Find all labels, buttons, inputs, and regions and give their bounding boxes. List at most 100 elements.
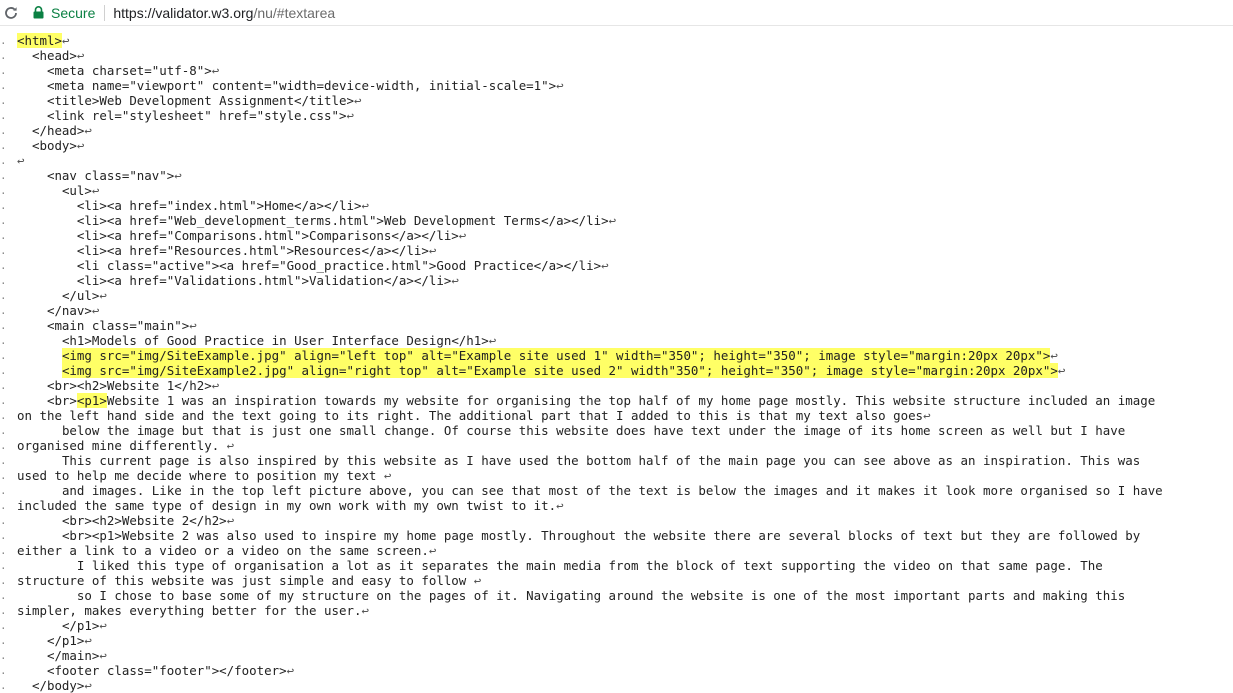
carriage-return-glyph: ↩ xyxy=(608,213,617,228)
line-text: </p1> xyxy=(46,633,85,648)
reload-icon[interactable] xyxy=(2,4,20,22)
address-bar[interactable]: Secure https://validator.w3.org/nu/#text… xyxy=(33,4,335,21)
source-line: . <li><a href="Resources.html">Resources… xyxy=(0,243,1233,258)
line-gutter-marker: . xyxy=(0,124,6,137)
browser-toolbar: Secure https://validator.w3.org/nu/#text… xyxy=(0,0,1233,26)
source-line: . <li><a href="Validations.html">Validat… xyxy=(0,273,1233,288)
url-text[interactable]: https://validator.w3.org/nu/#textarea xyxy=(113,5,335,21)
line-gutter-marker: . xyxy=(0,424,6,437)
carriage-return-glyph: ↩ xyxy=(458,228,467,243)
line-text: either a link to a video or a video on t… xyxy=(17,543,429,558)
line-gutter-marker: . xyxy=(0,319,6,332)
line-code: <meta charset="utf-8">↩ xyxy=(17,63,219,78)
carriage-return-glyph: ↩ xyxy=(473,573,482,588)
carriage-return-glyph: ↩ xyxy=(361,603,369,618)
carriage-return-glyph: ↩ xyxy=(174,168,182,183)
lock-icon xyxy=(33,6,45,20)
carriage-return-glyph: ↩ xyxy=(226,513,235,528)
line-text: <br><p1>Website 2 was also used to inspi… xyxy=(61,528,1141,543)
source-line: . </ul>↩ xyxy=(0,288,1233,303)
line-gutter-marker: . xyxy=(0,139,6,152)
line-code: so I chose to base some of my structure … xyxy=(17,588,1125,603)
line-gutter-marker: . xyxy=(0,289,6,302)
line-text: <br> xyxy=(46,393,77,408)
address-divider xyxy=(104,4,106,21)
line-gutter-marker: . xyxy=(0,304,6,317)
line-text: structure of this website was just simpl… xyxy=(17,573,474,588)
line-code: </p1>↩ xyxy=(17,618,107,633)
reload-icon-svg xyxy=(5,6,17,19)
url-host: https://validator.w3.org xyxy=(113,4,254,21)
carriage-return-glyph: ↩ xyxy=(17,153,25,168)
source-line: . <footer class="footer"></footer>↩ xyxy=(0,663,1233,678)
line-gutter-marker: . xyxy=(0,679,6,692)
line-code: <meta name="viewport" content="width=dev… xyxy=(17,78,564,93)
line-text: <body> xyxy=(31,138,77,153)
source-line: . This current page is also inspired by … xyxy=(0,453,1233,468)
line-gutter-marker: . xyxy=(0,484,6,497)
source-line: . and images. Like in the top left pictu… xyxy=(0,483,1233,498)
line-code: <img src="img/SiteExample.jpg" align="le… xyxy=(17,348,1058,363)
carriage-return-glyph: ↩ xyxy=(226,438,235,453)
line-code: <br><h2>Website 1</h2>↩ xyxy=(17,378,219,393)
carriage-return-glyph: ↩ xyxy=(61,33,70,48)
line-gutter-marker: . xyxy=(0,454,6,467)
line-text: below the image but that is just one sma… xyxy=(61,423,1126,438)
line-gutter-marker: . xyxy=(0,409,6,422)
carriage-return-glyph: ↩ xyxy=(84,678,92,693)
line-code: <html>↩ xyxy=(17,33,69,48)
source-line: . included the same type of design in my … xyxy=(0,498,1233,513)
line-text: <h1>Models of Good Practice in User Inte… xyxy=(61,333,489,348)
line-code: <ul>↩ xyxy=(17,183,99,198)
source-line: . </p1>↩ xyxy=(0,633,1233,648)
source-line: . <br><p1>Website 1 was an inspiration t… xyxy=(0,393,1233,408)
line-code: structure of this website was just simpl… xyxy=(17,573,481,588)
source-line: . simpler, makes everything better for th… xyxy=(0,603,1233,618)
source-line: . <nav class="nav">↩ xyxy=(0,168,1233,183)
line-text: organised mine differently. xyxy=(17,438,227,453)
carriage-return-glyph: ↩ xyxy=(84,633,92,648)
line-text: used to help me decide where to position… xyxy=(17,468,384,483)
line-text: <meta charset="utf-8"> xyxy=(46,63,212,78)
carriage-return-glyph: ↩ xyxy=(488,333,497,348)
carriage-return-glyph: ↩ xyxy=(211,63,220,78)
line-text: I liked this type of organisation a lot … xyxy=(76,558,1103,573)
line-text: <link rel="stylesheet" href="style.css"> xyxy=(46,108,347,123)
line-text: so I chose to base some of my structure … xyxy=(76,588,1126,603)
source-line: . on the left hand side and the text goin… xyxy=(0,408,1233,423)
line-text: <nav class="nav"> xyxy=(46,168,175,183)
carriage-return-glyph: ↩ xyxy=(99,618,107,633)
line-code: <main class="main">↩ xyxy=(17,318,197,333)
carriage-return-glyph: ↩ xyxy=(99,648,107,663)
carriage-return-glyph: ↩ xyxy=(428,243,437,258)
line-code: <li class="active"><a href="Good_practic… xyxy=(17,258,609,273)
line-code: <body>↩ xyxy=(17,138,84,153)
source-line: . <br><p1>Website 2 was also used to ins… xyxy=(0,528,1233,543)
carriage-return-glyph: ↩ xyxy=(601,258,609,273)
line-code: simpler, makes everything better for the… xyxy=(17,603,369,618)
line-text: <title>Web Development Assignment</title… xyxy=(46,93,354,108)
line-code: either a link to a video or a video on t… xyxy=(17,543,436,558)
source-line: . <html>↩ xyxy=(0,33,1233,48)
highlighted-error-text: <img src="img/SiteExample.jpg" align="le… xyxy=(61,348,1051,363)
line-code: <title>Web Development Assignment</title… xyxy=(17,93,362,108)
carriage-return-glyph: ↩ xyxy=(286,663,295,678)
line-gutter-marker: . xyxy=(0,34,6,47)
line-text: <li><a href="Resources.html">Resources</… xyxy=(76,243,429,258)
source-line: . <meta name="viewport" content="width=d… xyxy=(0,78,1233,93)
line-code: ↩ xyxy=(17,153,25,168)
